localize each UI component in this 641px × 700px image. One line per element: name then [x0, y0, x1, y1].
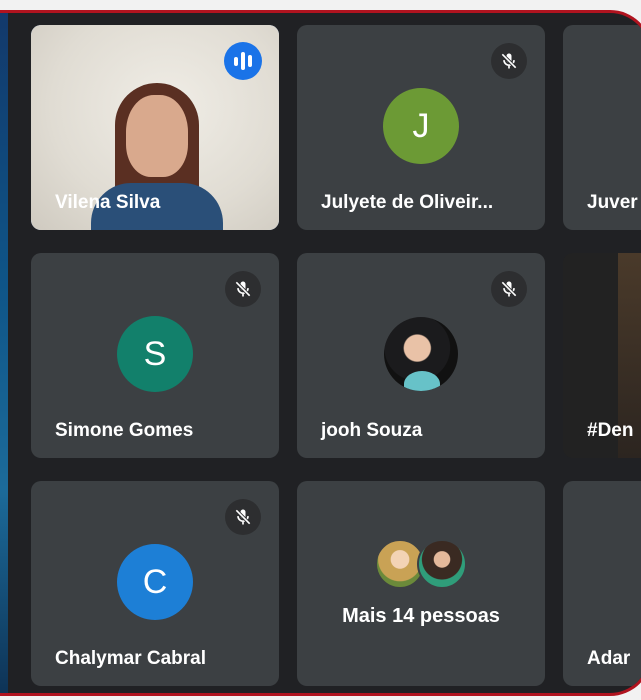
avatar: S: [117, 316, 193, 392]
more-participants-tile[interactable]: Mais 14 pessoas: [297, 481, 545, 686]
participant-name: Juver: [587, 192, 638, 213]
mic-off-icon: [225, 271, 261, 307]
mic-off-icon: [491, 43, 527, 79]
avatar: J: [383, 88, 459, 164]
participant-name: Chalymar Cabral: [55, 648, 207, 669]
participant-name: Simone Gomes: [55, 420, 194, 441]
mic-off-icon: [225, 499, 261, 535]
participant-tile-den[interactable]: #Den: [563, 253, 641, 458]
participant-name: jooh Souza: [321, 420, 423, 441]
participant-name: Julyete de Oliveir...: [321, 192, 494, 213]
participant-tile-adar[interactable]: Adar: [563, 481, 641, 686]
participant-tile-vilena[interactable]: Vilena Silva: [31, 25, 279, 230]
participant-tile-juver[interactable]: Juver: [563, 25, 641, 230]
left-strip: [0, 13, 8, 693]
participant-tile-chalymar[interactable]: C Chalymar Cabral: [31, 481, 279, 686]
profile-photo: [384, 317, 458, 391]
participant-name: Vilena Silva: [55, 192, 161, 213]
mic-off-icon: [491, 271, 527, 307]
participant-name: Adar: [587, 648, 631, 669]
avatar: C: [117, 544, 193, 620]
participant-tile-julyete[interactable]: J Julyete de Oliveir...: [297, 25, 545, 230]
more-participants-label: Mais 14 pessoas: [342, 605, 500, 627]
participant-name: #Den: [587, 420, 634, 441]
participant-tile-jooh[interactable]: jooh Souza: [297, 253, 545, 458]
participant-tile-simone[interactable]: S Simone Gomes: [31, 253, 279, 458]
meeting-grid: Vilena Silva J Julyete de Oliveir... Juv…: [0, 10, 641, 696]
avatar: [417, 539, 467, 589]
audio-level-icon: [224, 42, 262, 80]
